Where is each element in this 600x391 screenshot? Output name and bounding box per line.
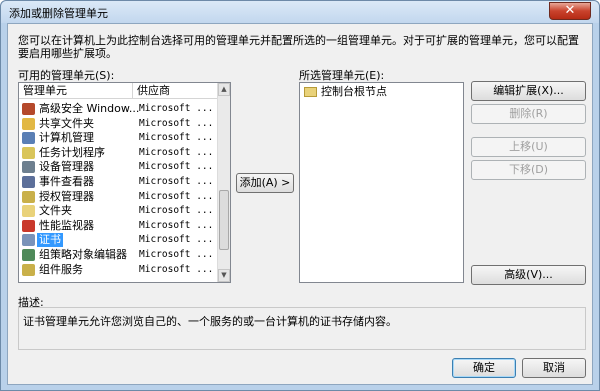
snapin-row[interactable]: 事件查看器 Microsoft ... (21, 175, 217, 189)
snapin-name: 组策略对象编辑器 (39, 248, 127, 261)
close-button[interactable]: ✕ (549, 2, 591, 20)
intro-text: 您可以在计算机上为此控制台选择可用的管理单元并配置所选的一组管理单元。对于可扩展… (18, 34, 579, 60)
description-box: 证书管理单元允许您浏览自己的、一个服务的或一台计算机的证书存储内容。 (18, 307, 586, 350)
folder-icon (304, 87, 317, 97)
snapin-name: 文件夹 (39, 204, 72, 218)
dialog-window: 添加或删除管理单元 ✕ 您可以在计算机上为此控制台选择可用的管理单元并配置所选的… (0, 0, 600, 391)
snapin-row[interactable]: 计算机管理 Microsoft ... (21, 131, 217, 145)
selected-snapins-tree[interactable]: 控制台根节点 (299, 82, 464, 283)
snapin-row[interactable]: 组件服务 Microsoft ... (21, 263, 217, 277)
snapin-row[interactable]: 任务计划程序 Microsoft ... (21, 146, 217, 160)
available-snapins-label: 可用的管理单元(S): (18, 69, 115, 82)
snapin-name: 高级安全 Window... (39, 102, 140, 115)
scroll-up-arrow[interactable]: ▲ (218, 83, 230, 96)
snapin-vendor: Microsoft ... (139, 132, 214, 144)
selected-snapins-label: 所选管理单元(E): (299, 69, 385, 82)
scroll-down-arrow[interactable]: ▼ (218, 269, 230, 282)
window-title: 添加或删除管理单元 (9, 7, 108, 20)
snapin-name: 设备管理器 (39, 160, 94, 174)
snapin-row[interactable]: 文件夹 Microsoft ... (21, 204, 217, 218)
remove-button[interactable]: 删除(R) (471, 104, 586, 124)
firewall-icon (22, 103, 35, 115)
move-down-button[interactable]: 下移(D) (471, 160, 586, 180)
authorization-icon (22, 190, 35, 203)
cancel-button[interactable]: 取消 (522, 358, 586, 378)
snapin-vendor: Microsoft ... (139, 219, 214, 231)
snapin-row[interactable]: 性能监视器 Microsoft ... (21, 219, 217, 233)
snapin-row[interactable]: 证书 Microsoft ... (21, 233, 217, 248)
snapin-row[interactable]: 授权管理器 Microsoft ... (21, 190, 217, 204)
folder-icon (22, 205, 35, 218)
advanced-button[interactable]: 高级(V)... (471, 265, 586, 285)
add-button[interactable]: 添加(A) > (236, 173, 294, 193)
snapin-vendor: Microsoft ... (139, 263, 214, 275)
snapin-name: 性能监视器 (39, 218, 94, 232)
shared-folder-icon (22, 117, 35, 130)
title-bar: 添加或删除管理单元 ✕ (1, 1, 599, 23)
close-icon: ✕ (564, 3, 576, 18)
description-text: 证书管理单元允许您浏览自己的、一个服务的或一台计算机的证书存储内容。 (23, 315, 397, 328)
snapin-name: 授权管理器 (39, 189, 94, 203)
snapin-vendor: Microsoft ... (139, 234, 214, 246)
ok-button[interactable]: 确定 (452, 358, 516, 378)
group-policy-icon (22, 249, 35, 261)
snapin-row[interactable]: 共享文件夹 Microsoft ... (21, 117, 217, 131)
snapin-vendor: Microsoft ... (139, 103, 214, 114)
snapin-vendor: Microsoft ... (139, 176, 214, 187)
tree-item-label: 控制台根节点 (321, 85, 387, 98)
snapin-vendor: Microsoft ... (139, 249, 214, 260)
snapin-vendor: Microsoft ... (139, 161, 214, 173)
dialog-body: 您可以在计算机上为此控制台选择可用的管理单元并配置所选的一组管理单元。对于可扩展… (7, 23, 593, 385)
snapin-name: 证书 (37, 233, 63, 248)
device-manager-icon (22, 161, 35, 174)
clock-icon (22, 146, 35, 159)
snapin-name: 计算机管理 (39, 131, 94, 145)
component-services-icon (22, 263, 35, 276)
event-viewer-icon (22, 176, 35, 188)
edit-extensions-button[interactable]: 编辑扩展(X)... (471, 81, 586, 101)
snapin-vendor: Microsoft ... (139, 117, 214, 129)
snapin-name: 共享文件夹 (39, 116, 94, 130)
performance-icon (22, 219, 35, 232)
snapin-row[interactable]: 设备管理器 Microsoft ... (21, 160, 217, 174)
scroll-thumb[interactable] (219, 190, 229, 250)
move-up-button[interactable]: 上移(U) (471, 137, 586, 157)
certificate-icon (22, 234, 35, 247)
vertical-scrollbar[interactable]: ▲ ▼ (217, 83, 230, 282)
snapin-vendor: Microsoft ... (139, 146, 214, 158)
snapin-vendor: Microsoft ... (139, 190, 214, 202)
snapin-vendor: Microsoft ... (139, 205, 214, 217)
snapin-name: 事件查看器 (39, 175, 94, 188)
column-header-vendor[interactable]: 供应商 (133, 83, 219, 99)
snapin-row[interactable]: 高级安全 Window... Microsoft ... (21, 102, 217, 116)
computer-management-icon (22, 132, 35, 145)
snapin-row[interactable]: 组策略对象编辑器 Microsoft ... (21, 248, 217, 262)
column-header-snapin[interactable]: 管理单元 (19, 83, 133, 99)
available-snapins-list[interactable]: 管理单元 供应商 高级安全 Window... Microsoft ... 共享文件… (18, 82, 231, 283)
snapin-name: 任务计划程序 (39, 145, 105, 159)
snapin-name: 组件服务 (39, 262, 83, 276)
